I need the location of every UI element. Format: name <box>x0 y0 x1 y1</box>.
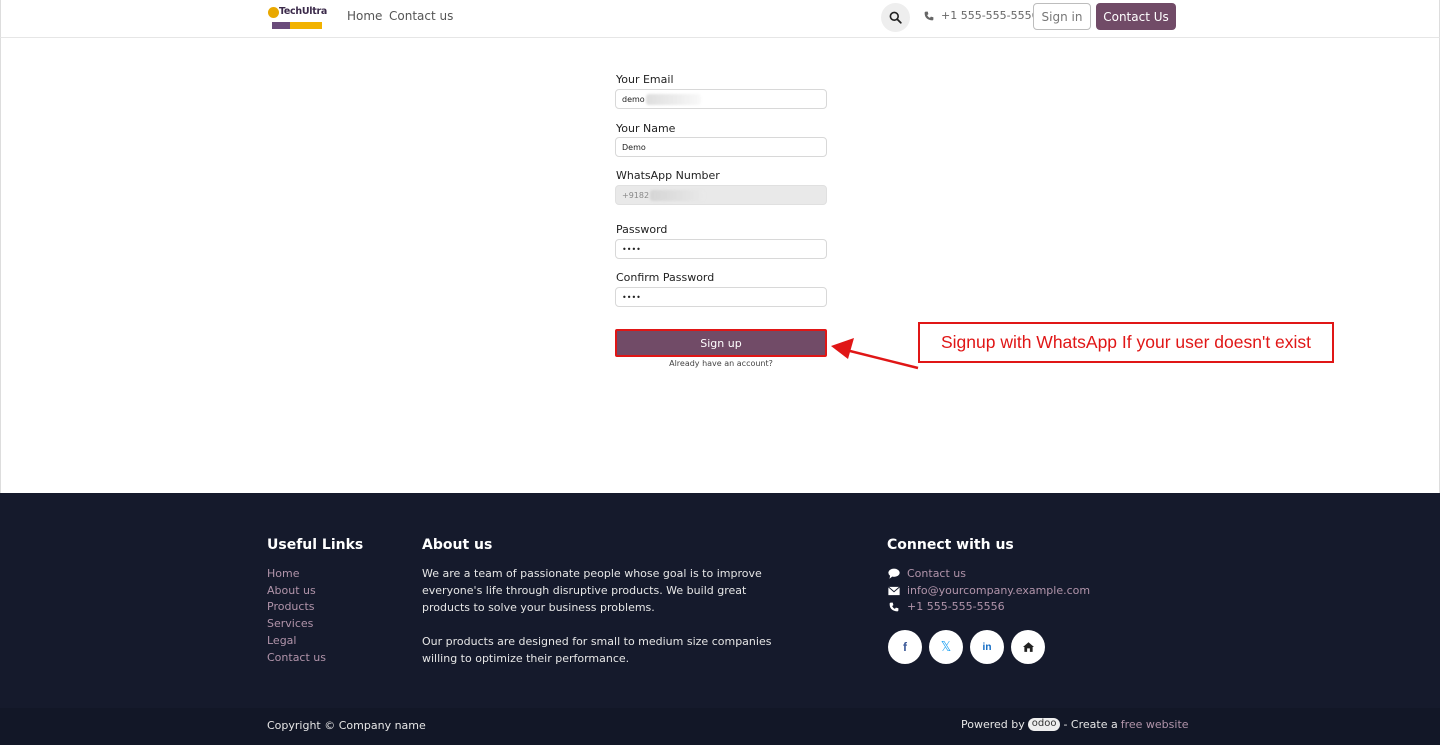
header-phone[interactable]: +1 555-555-5556 <box>924 9 1039 22</box>
about-paragraph-1: We are a team of passionate people whose… <box>422 567 762 614</box>
sign-in-button[interactable]: Sign in <box>1033 3 1091 30</box>
about-heading: About us <box>422 537 493 553</box>
powered-by-text: Powered by <box>961 718 1025 731</box>
facebook-button[interactable]: f <box>888 630 922 664</box>
password-label: Password <box>616 223 668 236</box>
free-website-link[interactable]: free website <box>1121 718 1189 731</box>
powered-by: Powered by odoo - Create a free website <box>961 718 1189 731</box>
site-header: TechUltra Home Contact us +1 555-555-555… <box>0 0 1440 38</box>
footer-link-services[interactable]: Services <box>267 617 313 630</box>
linkedin-button[interactable]: in <box>970 630 1004 664</box>
annotation-arrow-icon <box>831 338 919 370</box>
footer-phone-text: +1 555-555-5556 <box>907 600 1005 613</box>
search-icon <box>889 11 902 24</box>
phone-icon <box>924 11 934 20</box>
already-have-account-link[interactable]: Already have an account? <box>616 359 826 368</box>
footer-contact-us[interactable]: Contact us <box>887 567 966 580</box>
useful-links-heading: Useful Links <box>267 537 364 553</box>
header-phone-text: +1 555-555-5556 <box>941 9 1039 22</box>
confirm-password-field[interactable]: •••• <box>615 287 827 307</box>
contact-us-button[interactable]: Contact Us <box>1096 3 1176 30</box>
name-field[interactable]: Demo <box>615 137 827 157</box>
nav-contact-us[interactable]: Contact us <box>389 9 453 23</box>
footer-link-about-us[interactable]: About us <box>267 584 316 597</box>
logo-bar <box>272 22 322 29</box>
x-button[interactable]: 𝕏 <box>929 630 963 664</box>
confirm-password-label: Confirm Password <box>616 271 715 284</box>
redacted-blur <box>645 93 701 105</box>
email-field-value: demo <box>622 94 645 104</box>
logo-text: TechUltra <box>279 6 327 17</box>
linkedin-icon: in <box>982 641 992 653</box>
copyright: Copyright © Company name <box>267 719 426 732</box>
sign-up-button[interactable]: Sign up <box>615 329 827 357</box>
odoo-logo[interactable]: odoo <box>1027 718 1061 731</box>
password-field-value: •••• <box>622 244 641 254</box>
annotation-text: Signup with WhatsApp If your user doesn'… <box>940 332 1312 352</box>
password-field[interactable]: •••• <box>615 239 827 259</box>
footer-email[interactable]: info@yourcompany.example.com <box>887 584 1090 597</box>
whatsapp-field-value: +9182 <box>622 190 650 200</box>
nav-home[interactable]: Home <box>347 9 382 23</box>
footer-link-home[interactable]: Home <box>267 567 299 580</box>
email-field[interactable]: demo <box>615 89 827 109</box>
logo-mark-icon <box>268 7 279 18</box>
comment-icon <box>887 568 900 579</box>
email-label: Your Email <box>616 73 674 86</box>
create-a-text: - Create a <box>1063 718 1118 731</box>
footer-bottom-bar <box>0 708 1440 745</box>
home-button[interactable] <box>1011 630 1045 664</box>
brand-logo[interactable]: TechUltra <box>268 5 327 31</box>
site-footer: Useful Links Home About us Products Serv… <box>0 493 1440 745</box>
footer-contact-us-text: Contact us <box>907 567 966 580</box>
facebook-icon: f <box>903 640 907 654</box>
phone-icon <box>887 602 900 612</box>
home-icon <box>1022 642 1034 652</box>
footer-link-contact-us[interactable]: Contact us <box>267 651 326 664</box>
annotation-callout: Signup with WhatsApp If your user doesn'… <box>918 322 1334 363</box>
name-field-value: Demo <box>622 142 646 152</box>
whatsapp-label: WhatsApp Number <box>616 169 720 182</box>
connect-heading: Connect with us <box>887 537 1014 553</box>
footer-link-legal[interactable]: Legal <box>267 634 296 647</box>
footer-link-products[interactable]: Products <box>267 600 315 613</box>
search-button[interactable] <box>881 3 910 32</box>
whatsapp-field: +9182 <box>615 185 827 205</box>
confirm-password-field-value: •••• <box>622 292 641 302</box>
x-icon: 𝕏 <box>940 639 952 655</box>
footer-email-text: info@yourcompany.example.com <box>907 584 1091 597</box>
name-label: Your Name <box>616 122 676 135</box>
about-paragraph-2: Our products are designed for small to m… <box>422 635 772 665</box>
redacted-blur <box>650 189 706 201</box>
footer-phone[interactable]: +1 555-555-5556 <box>887 600 1005 613</box>
envelope-icon <box>887 586 900 596</box>
